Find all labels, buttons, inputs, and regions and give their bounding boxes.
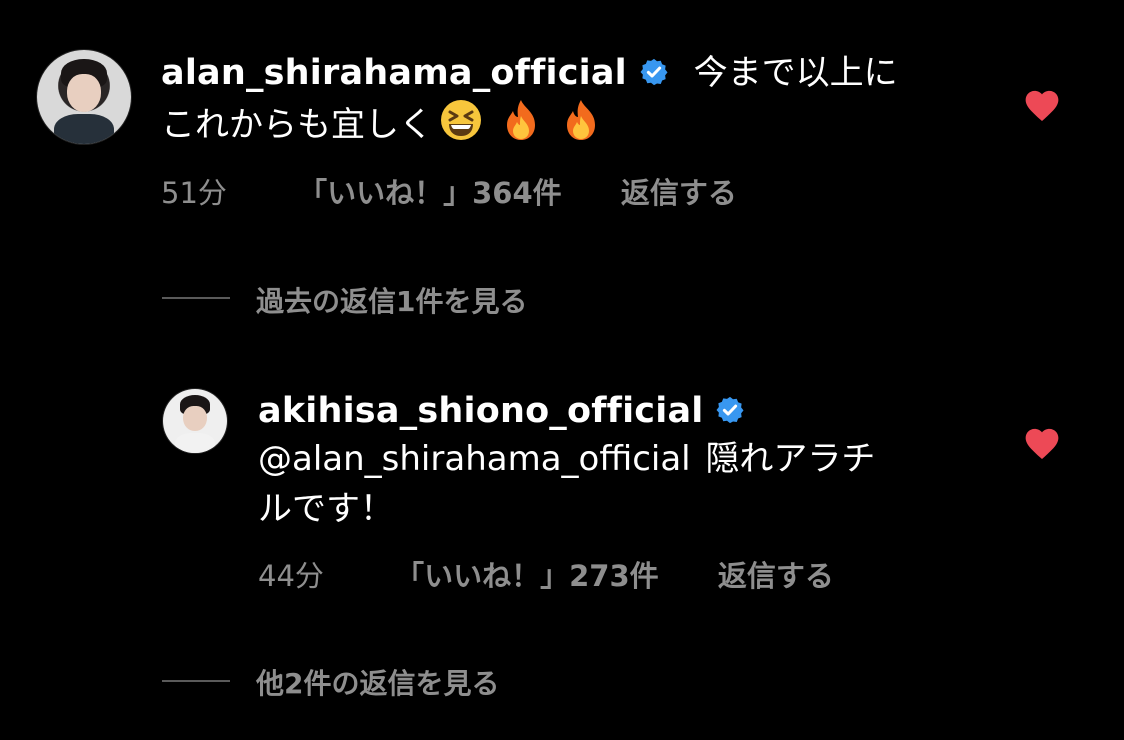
avatar-shirt [174,432,216,453]
comment-1-likes[interactable]: 「いいね！」364件 [298,176,562,210]
comment-2-line-3: ルです！ [258,484,978,534]
comment-2-reply-button[interactable]: 返信する [718,559,834,593]
comment-1-line-2: これからも宜しく [161,98,1001,150]
avatar-alan[interactable] [37,50,131,144]
comment-1-text-b: これからも宜しく [161,105,433,145]
comment-2-likes[interactable]: 「いいね！」273件 [395,559,659,593]
comment-2-time: 44分 [258,559,324,593]
verified-badge-icon [640,58,668,86]
comment-2-line-1: akihisa_shiono_official [258,386,978,436]
avatar-face [183,405,207,432]
comment-2-body: akihisa_shiono_official @alan_shirahama_… [258,386,978,534]
comment-2-line-2: @alan_shirahama_official 隠れアラチ [258,434,978,484]
comment-2-text-b: ルです！ [258,489,394,529]
view-previous-replies-button[interactable]: 過去の返信1件を見る [256,280,527,320]
divider-line [162,297,230,299]
comment-1-meta: 51分 「いいね！」364件 返信する [161,170,737,212]
comment-1-reply-button[interactable]: 返信する [621,176,737,210]
avatar-shirt [53,113,115,144]
comment-1-time: 51分 [161,176,227,210]
heart-icon[interactable] [1022,424,1062,460]
verified-badge-icon [716,396,744,424]
avatar-face [67,74,101,113]
comment-2-mention[interactable]: @alan_shirahama_official [258,439,691,479]
fire-emoji-icon [507,100,535,140]
heart-icon[interactable] [1022,86,1062,122]
username-akihisa[interactable]: akihisa_shiono_official [258,391,703,431]
view-more-replies-button[interactable]: 他2件の返信を見る [256,662,499,702]
comment-1-body: alan_shirahama_official 今まで以上に これからも宜しく [161,48,1001,150]
comment-1-line-1: alan_shirahama_official 今まで以上に [161,48,1001,98]
username-alan[interactable]: alan_shirahama_official [161,53,627,93]
fire-emoji-icon [567,100,595,140]
comment-2-meta: 44分 「いいね！」273件 返信する [258,553,834,595]
comment-1-text-a: 今まで以上に [693,53,898,93]
divider-line [162,680,230,682]
avatar-akihisa[interactable] [163,389,227,453]
grinning-squinting-emoji-icon [441,100,481,140]
comment-2-text-a: 隠れアラチ [705,439,876,479]
